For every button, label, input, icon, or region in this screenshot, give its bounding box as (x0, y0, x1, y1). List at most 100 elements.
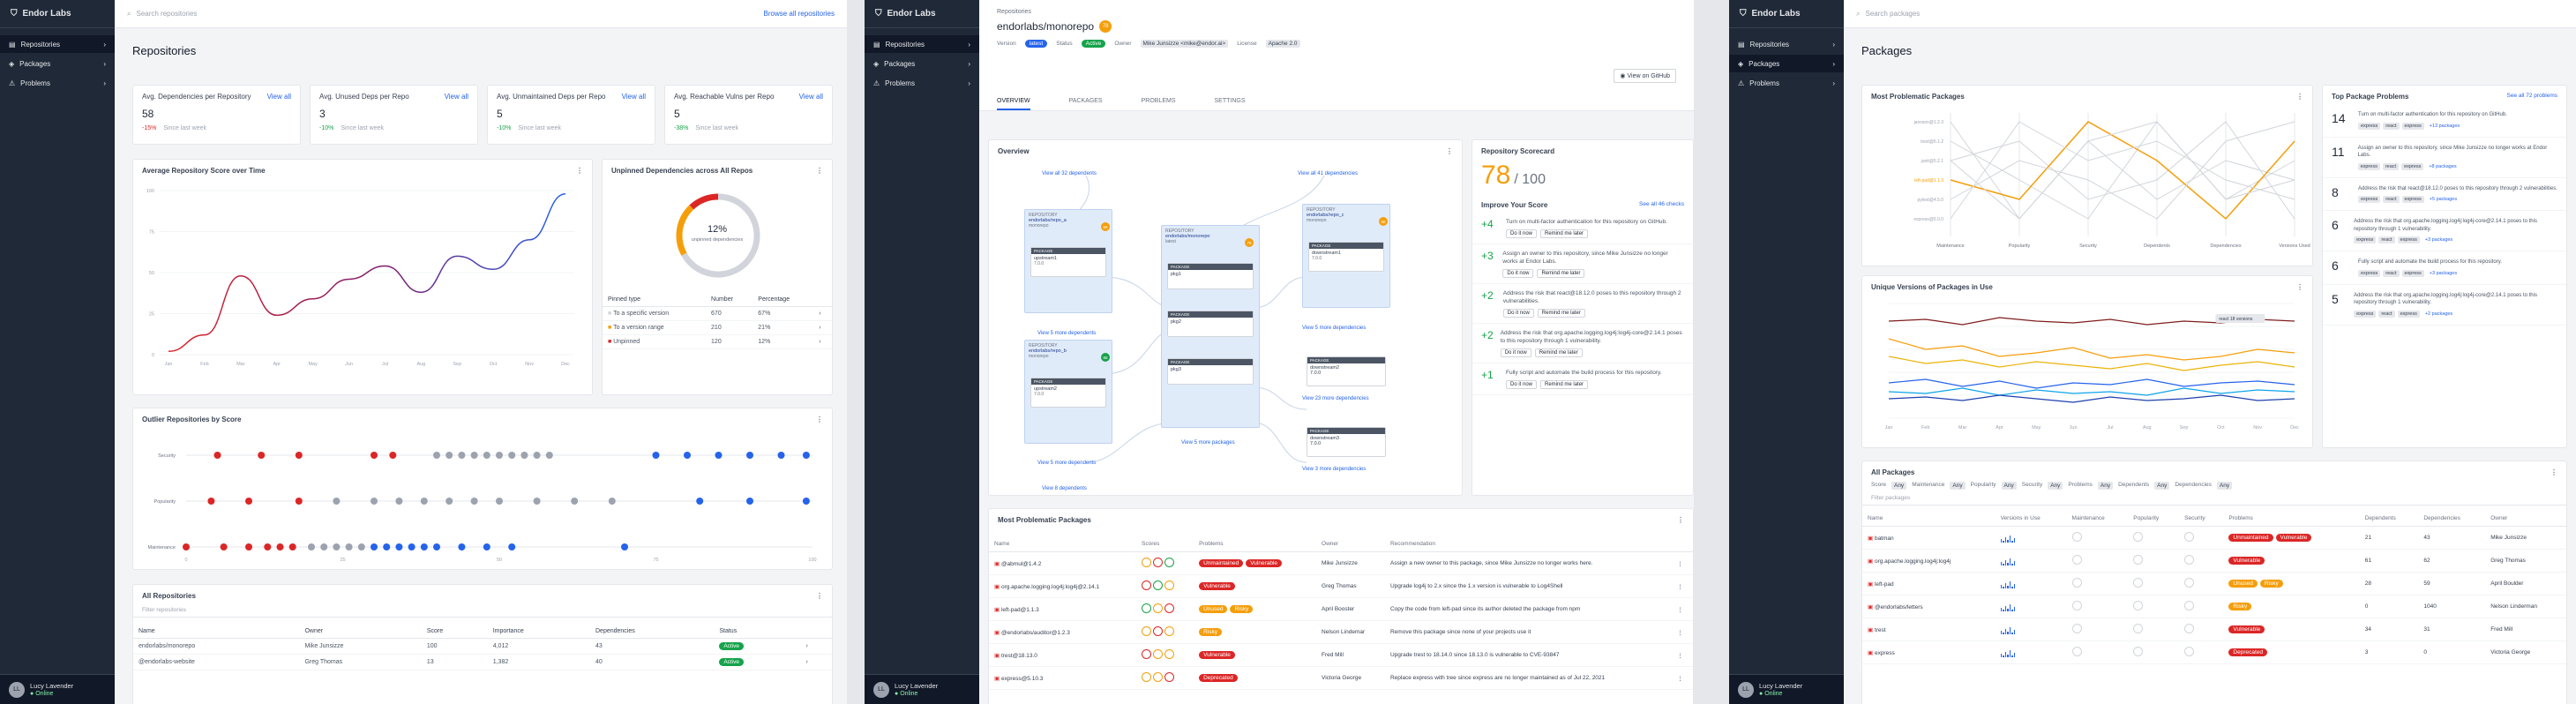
search-input[interactable]: Search repositories (136, 10, 197, 18)
col-header[interactable]: Dependencies (2418, 511, 2486, 527)
package-tag[interactable]: express (2397, 310, 2420, 318)
more-icon[interactable]: ⋮ (1672, 574, 1693, 598)
more-icon[interactable]: ⋮ (1672, 551, 1693, 575)
sidebar-item-repositories[interactable]: ▤ Repositories › (0, 35, 115, 53)
package-node[interactable]: PACKAGE upstream2 7.0.0 (1030, 378, 1106, 408)
repo-node[interactable]: REPOSITORY endorlabs/repo_b monorepo PACKA… (1024, 340, 1112, 444)
repo-node[interactable]: REPOSITORY endorlabs/repo_a monorepo PACKA… (1024, 209, 1112, 313)
user-profile[interactable]: LL Lucy Lavender ● Online (0, 674, 115, 704)
package-tag[interactable]: express (2354, 236, 2377, 243)
sidebar-item-packages[interactable]: ◈ Packages › (0, 55, 115, 72)
col-header[interactable]: Owner (2485, 511, 2566, 527)
more-packages-link[interactable]: +2 packages (2422, 311, 2455, 318)
view-all-link[interactable]: View all (799, 93, 823, 101)
more-icon[interactable]: ⋮ (1446, 147, 1453, 155)
view-more-link[interactable]: View 5 more dependents (1037, 331, 1096, 336)
view-more-link[interactable]: View 5 more dependents (1037, 461, 1096, 466)
filter-select[interactable]: Any (2216, 482, 2233, 490)
more-packages-link[interactable]: +3 packages (2427, 270, 2460, 277)
do-it-now-button[interactable]: Do it now (1502, 269, 1534, 278)
repo-node[interactable]: REPOSITORY endorlabs/repo_c monorepo PACKA… (1302, 204, 1390, 308)
package-tag[interactable]: react (2383, 196, 2400, 203)
col-header[interactable]: Status (714, 625, 801, 639)
view-more-link[interactable]: View 23 more dependencies (1302, 396, 1369, 401)
filter-input[interactable]: Filter repositories (133, 603, 832, 618)
see-all-link[interactable]: See all 72 problems (2507, 93, 2557, 101)
package-node[interactable]: PACKAGE pkg2 (1167, 311, 1254, 337)
more-packages-link[interactable]: +8 packages (2426, 163, 2459, 170)
view-more-link[interactable]: View 5 more dependencies (1302, 326, 1366, 331)
problem-item[interactable]: 6 Fully script and automate the build pro… (2323, 251, 2566, 285)
sidebar-item-problems[interactable]: ⚠ Problems › (1729, 74, 1844, 92)
package-tag[interactable]: express (2401, 269, 2424, 277)
more-icon[interactable]: ⋮ (1672, 620, 1693, 644)
package-tag[interactable]: express (2358, 196, 2381, 203)
view-all-link[interactable]: View all (445, 93, 468, 101)
package-node[interactable]: PACKAGE downstream1 7.0.0 (1308, 242, 1384, 272)
table-row[interactable]: ▣ @endorlabs/auditor@1.2.3 Risky Nelson Li… (989, 620, 1693, 644)
more-packages-link[interactable]: +3 packages (2422, 236, 2455, 243)
sidebar-item-packages[interactable]: ◈ Packages › (865, 55, 979, 72)
view-dependents-link[interactable]: View all 32 dependents (1042, 171, 1097, 176)
problem-item[interactable]: 8 Address the risk that react@18.12.0 pos… (2323, 178, 2566, 211)
view-all-link[interactable]: View all (622, 93, 646, 101)
filter-select[interactable]: Any (2001, 482, 2017, 490)
col-header[interactable]: Name (1862, 511, 1996, 527)
table-row[interactable]: ▣ left-pad Unused Risky 28 59 April Boulder (1862, 572, 2566, 595)
table-row[interactable]: ▣ org.apache.logging.log4j:log4j Vulnerab… (1862, 549, 2566, 573)
do-it-now-button[interactable]: Do it now (1500, 348, 1531, 357)
repo-node-center[interactable]: REPOSITORY endorlabs/monorepo latest PACKA… (1161, 225, 1260, 428)
table-row[interactable]: @endorlabs-website Greg Thomas 13 1,382 40 Ac… (133, 654, 832, 670)
col-header[interactable]: Dependents (2359, 511, 2419, 527)
remind-later-button[interactable]: Remind me later (1537, 309, 1585, 318)
view-all-link[interactable]: View all (267, 93, 291, 101)
col-header[interactable]: Problems (2223, 511, 2360, 527)
package-tag[interactable]: express (2357, 162, 2380, 170)
package-node[interactable]: PACKAGE upstream1 7.0.0 (1030, 247, 1106, 277)
col-header[interactable]: Importance (487, 625, 590, 639)
more-icon[interactable]: ⋮ (2296, 93, 2303, 101)
more-icon[interactable]: ⋮ (816, 592, 823, 600)
problem-item[interactable]: 14 Turn on multi-factor authentication fo… (2323, 104, 2566, 138)
filter-input[interactable]: Filter packages (1862, 491, 2566, 506)
sidebar-item-repositories[interactable]: ▤ Repositories › (1729, 35, 1844, 53)
see-all-link[interactable]: See all 46 checks (1639, 201, 1684, 209)
brand[interactable]: ⛉ Endor Labs (865, 0, 979, 28)
breadcrumb[interactable]: Repositories (997, 9, 1676, 15)
view-dependents-link[interactable]: View 8 dependents (1042, 486, 1087, 491)
package-tag[interactable]: express (2358, 269, 2381, 277)
more-icon[interactable]: ⋮ (816, 416, 823, 423)
package-node[interactable]: PACKAGE downstream3 7.0.0 (1307, 427, 1386, 457)
sidebar-item-repositories[interactable]: ▤ Repositories › (865, 35, 979, 53)
table-row[interactable]: endorlabs/monorepo Mike Junsizze 100 4,012 4… (133, 638, 832, 655)
sidebar-item-problems[interactable]: ⚠ Problems › (0, 74, 115, 92)
package-tag[interactable]: express (2401, 162, 2424, 170)
col-header[interactable]: Dependencies (590, 625, 715, 639)
package-tag[interactable]: react (2378, 310, 2395, 318)
table-row[interactable]: ▣ express Deprecated 3 0 Victoria George (1862, 640, 2566, 664)
problem-item[interactable]: 6 Address the risk that org.apache.loggin… (2323, 211, 2566, 251)
more-icon[interactable]: ⋮ (1672, 597, 1693, 621)
package-tag[interactable]: express (2401, 122, 2424, 130)
col-header[interactable]: Scores (1136, 536, 1194, 552)
table-row[interactable]: ▣ trest@18.13.0 Vulnerable Fred Mill Upgrad… (989, 643, 1693, 667)
do-it-now-button[interactable]: Do it now (1506, 380, 1538, 389)
more-icon[interactable]: ⋮ (1672, 643, 1693, 667)
table-row[interactable]: ▣ @endorlabs/letters Risky 0 1040 Nelson Lin… (1862, 595, 2566, 618)
remind-later-button[interactable]: Remind me later (1540, 380, 1589, 389)
col-header[interactable]: Owner (1316, 536, 1385, 552)
filter-select[interactable]: Any (2048, 482, 2063, 490)
package-tag[interactable]: react (2383, 122, 2400, 130)
package-tag[interactable]: react (2378, 236, 2395, 243)
problem-item[interactable]: 5 Address the risk that org.apache.loggin… (2323, 285, 2566, 326)
browse-all-link[interactable]: Browse all repositories (764, 10, 835, 18)
search-input[interactable]: Search packages (1865, 10, 1920, 18)
table-row[interactable]: ▣ left-pad@1.1.3 Unused Risky April Booster… (989, 597, 1693, 621)
view-more-link[interactable]: View 3 more dependencies (1302, 467, 1366, 472)
view-dependencies-link[interactable]: View all 41 dependencies (1298, 171, 1358, 176)
tab-settings[interactable]: SETTINGS (1215, 98, 1246, 104)
col-header[interactable]: Owner (299, 625, 422, 639)
table-row[interactable]: ▣ trest Vulnerable 34 31 Fred Mill (1862, 618, 2566, 641)
package-node[interactable]: PACKAGE pkg1 (1167, 263, 1254, 289)
brand[interactable]: ⛉ Endor Labs (1729, 0, 1844, 28)
